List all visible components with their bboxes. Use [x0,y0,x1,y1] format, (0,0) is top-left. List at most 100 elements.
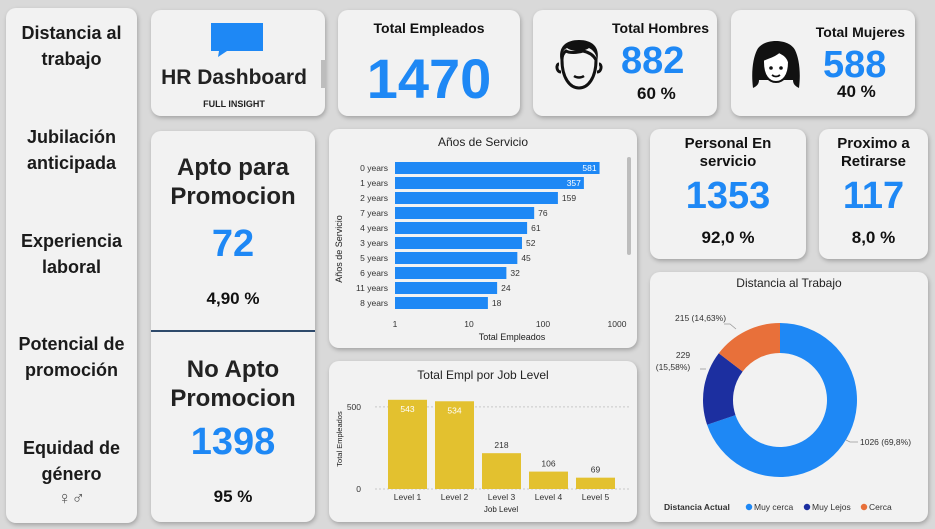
legend-item: Cerca [869,502,892,512]
kpi-proximo-retirarse: Proximo a Retirarse 117 8,0 % [819,129,928,259]
y-tick-label: 0 years [360,163,388,173]
data-label: 106 [541,459,555,469]
data-label: 69 [591,465,601,475]
bar [395,267,507,279]
legend-swatch [745,503,753,511]
kpi-value: 588 [823,44,887,86]
data-label: 32 [510,268,520,278]
bar [395,177,584,189]
nav-item-jubilacion[interactable]: Jubilación anticipada [6,124,137,176]
kpi-personal-servicio: Personal En servicio 1353 92,0 % [650,129,806,259]
nav-item-label: trabajo [41,49,102,69]
chart-distancia: Distancia al Trabajo 1026 (69,8%) 229 (15,… [650,272,928,522]
y-tick-label: 5 years [360,253,388,263]
data-label: 218 [494,440,508,450]
kpi-label: Apto para Promocion [151,153,315,211]
data-label: 229 [676,350,690,360]
nav-item-distancia[interactable]: Distancia al trabajo [6,20,137,72]
data-label: 18 [492,298,502,308]
nav-item-label: Potencial de [18,334,125,354]
y-tick-label: 8 years [360,298,388,308]
kpi-value: 1353 [685,175,771,217]
y-tick-label: 4 years [360,223,388,233]
kpi-total-empleados: Total Empleados 1470 [338,10,520,116]
header-scroll-marker [321,60,326,88]
data-label: 159 [562,193,576,203]
leader-line [845,439,858,443]
apto-line1: Apto para [176,154,289,181]
kpi-label: Personal En servicio [650,135,806,171]
data-label: 357 [567,178,581,188]
y-axis-label: Años de Servicio [334,215,344,283]
data-label: (15,58%) [656,362,691,372]
woman-icon [752,41,800,88]
no-apto-line2: Promocion [170,385,296,412]
data-label: 215 (14,63%) [675,313,726,323]
page-subtitle: FULL INSIGHT [203,99,265,109]
kpi-label: No Apto Promocion [151,355,315,413]
x-tick-label: Level 2 [441,492,469,502]
gender-symbol-icon: ♀♂ [58,488,85,508]
legend-swatch [803,503,811,511]
bar [395,252,518,264]
chart-job-level: Total Empl por Job Level 0 500 543 Level 15… [329,361,637,522]
data-label: 581 [582,163,596,173]
leader-line [724,323,737,330]
nav-item-equidad[interactable]: Equidad de género ♀♂ [6,435,137,509]
x-tick-label: 1 [393,319,398,329]
kpi-value: 1398 [190,421,276,463]
nav-item-potencial[interactable]: Potencial de promoción [6,331,137,383]
personal-line2: servicio [699,153,757,170]
x-tick-label: Level 4 [535,492,563,502]
legend-item: Muy Lejos [812,502,851,512]
y-axis-label: Total Empleados [335,411,344,467]
legend-swatch [860,503,868,511]
data-label: 76 [538,208,548,218]
legend-title: Distancia Actual [664,502,730,512]
data-label: 534 [447,405,461,415]
job-level-svg: 0 500 543 Level 1 534 Level 2 218 Level 3 106 Lev… [335,399,629,514]
x-tick-label: 1000 [608,319,627,329]
bar [395,162,600,174]
nav-item-label: anticipada [26,153,117,173]
proximo-line1: Proximo a [837,135,910,152]
nav-item-experiencia[interactable]: Experiencia laboral [6,228,137,280]
kpi-percent: 95 % [213,487,253,506]
nav-item-label: Equidad de [22,438,120,458]
kpi-value: 882 [621,40,685,82]
kpi-total-mujeres: Total Mujeres 588 40 % [731,10,915,116]
y-tick-label: 2 years [360,193,388,203]
kpi-percent: 92,0 % [701,228,755,247]
bar [395,222,528,234]
x-tick-label: 100 [536,319,550,329]
data-label: 1026 (69,8%) [860,437,911,447]
bar [395,207,535,219]
kpi-percent: 4,90 % [206,289,260,308]
man-icon [555,40,603,90]
kpi-value: 72 [211,223,255,265]
nav-item-label: género [41,464,102,484]
x-axis-label: Job Level [484,505,518,514]
kpi-percent: 8,0 % [851,228,896,247]
kpi-label: Total Empleados [373,20,485,36]
y-tick-label: 3 years [360,238,388,248]
data-label: 543 [400,404,414,414]
data-label: 61 [531,223,541,233]
header-card: HR Dashboard FULL INSIGHT [151,10,326,116]
legend-item: Muy cerca [754,502,793,512]
x-tick-label: 10 [464,319,474,329]
bar [576,477,615,489]
y-tick-label: 11 years [356,283,388,293]
nav-item-label: Jubilación [26,127,116,147]
chart-scrollbar[interactable] [627,157,631,255]
side-nav: Distancia al trabajo Jubilación anticipa… [6,8,137,523]
x-axis-label: Total Empleados [479,332,546,342]
kpi-label: Total Hombres [612,20,709,36]
bar [482,453,521,489]
kpi-percent: 40 % [837,82,876,101]
y-tick-label: 0 [356,484,361,494]
x-tick-label: Level 1 [394,492,422,502]
bar [395,282,498,294]
bar [395,237,522,249]
kpi-percent: 60 % [637,84,676,103]
